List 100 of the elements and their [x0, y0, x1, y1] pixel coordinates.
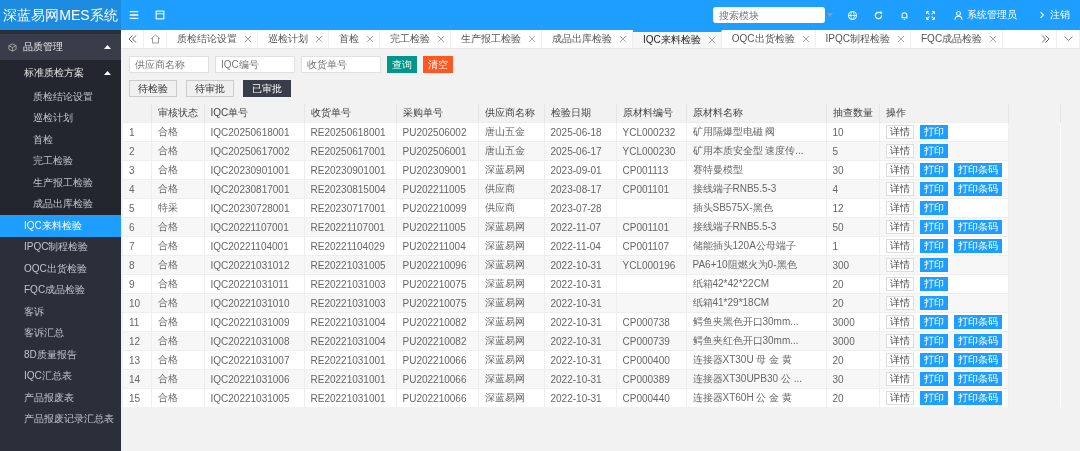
sidebar-item[interactable]: 8D质量报告	[0, 344, 121, 366]
detail-button[interactable]: 详情	[885, 315, 914, 329]
sidebar-item[interactable]: 产品报废记录汇总表	[0, 408, 121, 430]
table-cell: IQC20230901001	[210, 164, 290, 176]
table-cell: 供应商	[484, 202, 515, 213]
detail-button[interactable]: 详情	[885, 201, 914, 215]
tab[interactable]: 完工检验	[380, 30, 451, 48]
sidebar-item[interactable]: OQC出货检验	[0, 258, 121, 280]
detail-button[interactable]: 详情	[885, 182, 914, 196]
table-cell: 12	[832, 202, 844, 214]
refresh-icon[interactable]	[872, 9, 884, 21]
sidebar-item[interactable]: 生产报工检验	[0, 172, 121, 194]
detail-button[interactable]: 详情	[885, 144, 914, 158]
table-cell: IQC20221031011	[210, 278, 289, 290]
detail-button[interactable]: 详情	[885, 125, 914, 139]
tab[interactable]: IQC来料检验	[633, 30, 722, 48]
sidebar-item[interactable]: IQC汇总表	[0, 365, 121, 387]
table-cell: 合格	[157, 145, 178, 156]
status-filter-button[interactable]: 已审批	[243, 80, 291, 97]
detail-button[interactable]: 详情	[885, 258, 914, 272]
sidebar-item[interactable]: 成品出库检验	[0, 193, 121, 215]
row-number: 7	[129, 240, 135, 252]
close-icon[interactable]	[316, 36, 322, 42]
table-cell: 合格	[157, 259, 178, 270]
close-icon[interactable]	[438, 36, 444, 42]
sidebar-item[interactable]: 客诉	[0, 301, 121, 323]
sidebar-item[interactable]: FQC成品检验	[0, 279, 121, 301]
filter-field[interactable]: 收货单号	[301, 56, 381, 73]
detail-button[interactable]: 详情	[885, 372, 914, 386]
row-number: 8	[129, 259, 135, 271]
detail-button[interactable]: 详情	[885, 391, 914, 405]
close-icon[interactable]	[990, 36, 997, 42]
detail-button[interactable]: 详情	[885, 296, 914, 310]
sidebar-item[interactable]: IPQC制程检验	[0, 236, 121, 258]
double-right-icon[interactable]	[1040, 35, 1050, 43]
status-filter-button[interactable]: 待检验	[129, 80, 177, 97]
close-icon[interactable]	[898, 36, 904, 42]
table-cell: 2022-10-31	[550, 259, 602, 271]
table-cell: PU202210075	[402, 297, 467, 309]
close-icon[interactable]	[245, 36, 251, 42]
table-cell: 2022-10-31	[550, 316, 602, 328]
close-icon[interactable]	[802, 36, 809, 42]
detail-button[interactable]: 详情	[885, 353, 914, 367]
detail-button[interactable]: 详情	[885, 220, 914, 234]
table-cell: PU202210066	[402, 392, 467, 404]
sidebar-item[interactable]: 巡检计划	[0, 107, 121, 129]
close-icon[interactable]	[367, 36, 373, 42]
tab[interactable]: FQC成品检验	[911, 30, 1004, 48]
table-cell: IQC20221031008	[210, 335, 290, 347]
bell-icon[interactable]	[898, 9, 910, 21]
window-icon[interactable]	[154, 9, 166, 21]
row-number: 3	[129, 164, 135, 176]
menu-icon[interactable]	[128, 9, 140, 21]
fullscreen-icon[interactable]	[924, 9, 936, 21]
table-cell: 2022-10-31	[550, 392, 602, 404]
table-cell: 矿用隔爆型电磁 阀	[692, 126, 776, 137]
query-button[interactable]: 查询	[387, 56, 417, 73]
dropdown-icon[interactable]	[1063, 36, 1073, 42]
sidebar-item[interactable]: 首检	[0, 129, 121, 151]
tab[interactable]: 首检	[329, 30, 380, 48]
table-cell: 2022-10-31	[550, 354, 602, 366]
table-cell: 纸箱42*42*22CM	[692, 278, 770, 289]
table-cell: 3000	[832, 316, 855, 328]
sidebar-item[interactable]: 完工检验	[0, 150, 121, 172]
table-cell: RE20221031003	[310, 297, 386, 309]
sidebar-item[interactable]: 产品报废表	[0, 387, 121, 409]
sidebar-item[interactable]: 品质管理	[0, 34, 121, 60]
close-icon[interactable]	[708, 37, 715, 43]
filter-field[interactable]: IQC编号	[215, 56, 295, 73]
detail-button[interactable]: 详情	[885, 239, 914, 253]
sidebar-item[interactable]: 质检结论设置	[0, 86, 121, 108]
sidebar-item[interactable]: 客诉汇总	[0, 322, 121, 344]
double-left-icon[interactable]	[127, 35, 137, 43]
chevron-icon	[1037, 10, 1047, 20]
close-icon[interactable]	[620, 36, 626, 42]
tab[interactable]: 质检结论设置	[167, 30, 258, 48]
table-cell: 唐山五金	[484, 126, 525, 137]
close-icon[interactable]	[529, 36, 535, 42]
tab[interactable]: IPQC制程检验	[815, 30, 911, 48]
sidebar-item[interactable]: 标准质检方案	[0, 60, 121, 86]
tab[interactable]: OQC出货检验	[721, 30, 816, 48]
table-cell: 3000	[832, 335, 855, 347]
table-cell: 2022-11-04	[550, 240, 601, 252]
row-number: 11	[129, 316, 140, 328]
home-icon[interactable]	[149, 34, 161, 44]
tab[interactable]: 巡检计划	[258, 30, 329, 48]
globe-icon[interactable]	[846, 9, 858, 21]
table-cell: 300	[832, 259, 850, 271]
status-filter-button[interactable]: 待审批	[186, 80, 234, 97]
table-cell: 4	[832, 183, 839, 195]
table-cell: YCL000232	[622, 126, 676, 138]
filter-field[interactable]: 供应商名称	[129, 56, 209, 73]
tab[interactable]: 生产报工检验	[451, 30, 542, 48]
detail-button[interactable]: 详情	[885, 163, 914, 177]
detail-button[interactable]: 详情	[885, 277, 914, 291]
table-cell: YCL000230	[622, 145, 676, 157]
table-cell: CP000440	[622, 392, 670, 404]
search-field[interactable]: 搜索模块	[713, 7, 825, 23]
detail-button[interactable]: 详情	[885, 334, 914, 348]
table-cell: IQC20221031006	[210, 373, 290, 385]
